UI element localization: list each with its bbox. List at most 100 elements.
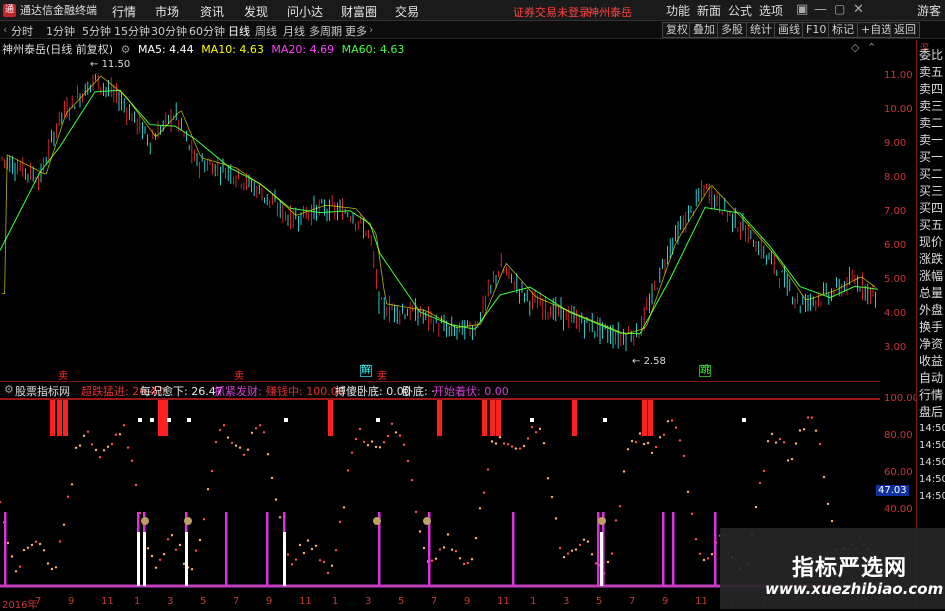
period-5min[interactable]: 5分钟 (82, 23, 111, 39)
side-panel-item[interactable]: 买一 (919, 150, 943, 164)
date-tick: 7 (233, 596, 240, 607)
collapse-icon[interactable]: ⌃ (867, 41, 876, 54)
period-daily[interactable]: 日线 (228, 23, 250, 39)
side-panel-item[interactable]: 卖五 (919, 65, 943, 79)
toolbar-arrow-icon[interactable]: ‹ (3, 23, 7, 36)
price-candlestick-chart[interactable] (0, 58, 880, 380)
menu-trade[interactable]: 交易 (395, 3, 419, 20)
button-multistock[interactable]: 多股 (717, 22, 747, 38)
button-draw[interactable]: 画线 (774, 22, 804, 38)
indicator-point (650, 451, 654, 455)
menu-news[interactable]: 资讯 (200, 3, 224, 20)
period-30min[interactable]: 30分钟 (151, 23, 187, 39)
side-panel-item[interactable]: 自动 (919, 371, 943, 385)
side-panel-item[interactable]: 14:50 (919, 490, 945, 504)
menu-new-page[interactable]: 新面 (697, 2, 721, 19)
period-15min[interactable]: 15分钟 (114, 23, 150, 39)
menu-function[interactable]: 功能 (666, 2, 690, 19)
period-monthly[interactable]: 月线 (283, 23, 305, 39)
side-panel-item[interactable]: 收益 (919, 354, 943, 368)
side-panel-item[interactable]: 卖三 (919, 99, 943, 113)
signal-line (137, 532, 140, 586)
menu-quotes[interactable]: 行情 (112, 3, 136, 20)
settings-gear-icon[interactable]: ⚙ (121, 43, 131, 56)
side-panel-item[interactable]: 涨幅 (919, 269, 943, 283)
side-panel-item[interactable]: 买五 (919, 218, 943, 232)
side-panel-item[interactable]: 现价 (919, 235, 943, 249)
minimize-icon[interactable]: — (814, 2, 827, 17)
app-logo: 通 通达信金融终端 (3, 2, 97, 18)
indicator-point (346, 469, 350, 472)
button-fuquan[interactable]: 复权 (662, 22, 692, 38)
signal-dot (530, 418, 534, 422)
signal-line (225, 512, 228, 586)
signal-bar (57, 400, 62, 436)
side-panel-item[interactable]: 卖四 (919, 82, 943, 96)
indicator-point (570, 549, 574, 552)
price-tick: 11.00 (884, 70, 913, 81)
period-60min[interactable]: 60分钟 (189, 23, 225, 39)
indicator-point (38, 542, 42, 546)
expand-icon[interactable]: ◇ (851, 41, 859, 54)
side-panel-item[interactable]: 行情 (919, 388, 943, 402)
side-panel-item[interactable]: 外盘 (919, 303, 943, 317)
period-weekly[interactable]: 周线 (255, 23, 277, 39)
login-warning[interactable]: 证券交易未登录 (513, 4, 590, 20)
indicator-point (634, 440, 638, 444)
side-panel-item[interactable]: 换手 (919, 320, 943, 334)
indicator-point (470, 558, 474, 561)
more-chevron-icon[interactable]: › (369, 23, 373, 36)
indicator-point (386, 434, 390, 438)
period-more[interactable]: 更多 (345, 23, 367, 39)
button-f10[interactable]: F10 (802, 22, 831, 38)
side-panel-item[interactable]: 14:50 (919, 473, 945, 487)
indicator-point (102, 449, 106, 452)
menu-wealth[interactable]: 财富圈 (341, 3, 377, 20)
side-panel-item[interactable]: 14:50 (919, 422, 945, 436)
indicator-point (586, 540, 590, 543)
side-panel-item[interactable]: 委比 (919, 48, 943, 62)
indicator-point (482, 491, 486, 494)
signal-bar (648, 400, 653, 436)
side-panel-item[interactable]: 买二 (919, 167, 943, 181)
indicator-point (534, 431, 538, 434)
button-mark[interactable]: 标记 (828, 22, 858, 38)
menu-discover[interactable]: 发现 (244, 3, 268, 20)
button-overlay[interactable]: 叠加 (689, 22, 719, 38)
ma10-label: MA10: 4.63 (201, 43, 264, 56)
sell-marker: 卖 (58, 371, 68, 382)
side-panel-item[interactable]: 涨跌 (919, 252, 943, 266)
side-panel-item[interactable]: 14:50 (919, 439, 945, 453)
side-panel-item[interactable]: 14:50 (919, 456, 945, 470)
indicator-point (810, 416, 814, 419)
period-fenshi[interactable]: 分时 (11, 23, 33, 39)
menu-ask[interactable]: 问小达 (287, 3, 323, 20)
side-panel-item[interactable]: 总量 (919, 286, 943, 300)
period-multi[interactable]: 多周期 (309, 23, 342, 39)
menu-formula[interactable]: 公式 (728, 2, 752, 19)
side-panel-item[interactable]: 买三 (919, 184, 943, 198)
indicator-point (154, 566, 158, 569)
side-panel-item[interactable]: 盘后 (919, 405, 943, 419)
period-1min[interactable]: 1分钟 (46, 23, 75, 39)
indicator-point (590, 553, 594, 556)
menu-options[interactable]: 选项 (759, 2, 783, 19)
stock-link[interactable]: 神州泰岳 (588, 4, 632, 20)
close-icon[interactable]: ✕ (853, 2, 864, 17)
guest-label[interactable]: 游客 (917, 2, 941, 19)
window-icon[interactable]: ▣ (796, 2, 808, 17)
indicator-point (246, 448, 250, 451)
button-stats[interactable]: 统计 (746, 22, 776, 38)
price-tick: 7.00 (884, 206, 907, 217)
restore-icon[interactable]: ▢ (834, 2, 845, 16)
button-back[interactable]: 返回 (890, 22, 920, 38)
side-panel-item[interactable]: 净资 (919, 337, 943, 351)
side-panel-item[interactable]: 卖二 (919, 116, 943, 130)
indicator-gear-icon[interactable]: ⚙ (4, 383, 14, 396)
indicator-point (226, 436, 230, 439)
indicator-point (122, 424, 126, 427)
menu-market[interactable]: 市场 (155, 3, 179, 20)
side-panel-item[interactable]: 买四 (919, 201, 943, 215)
side-panel-item[interactable]: 卖一 (919, 133, 943, 147)
signal-bar (50, 400, 55, 436)
